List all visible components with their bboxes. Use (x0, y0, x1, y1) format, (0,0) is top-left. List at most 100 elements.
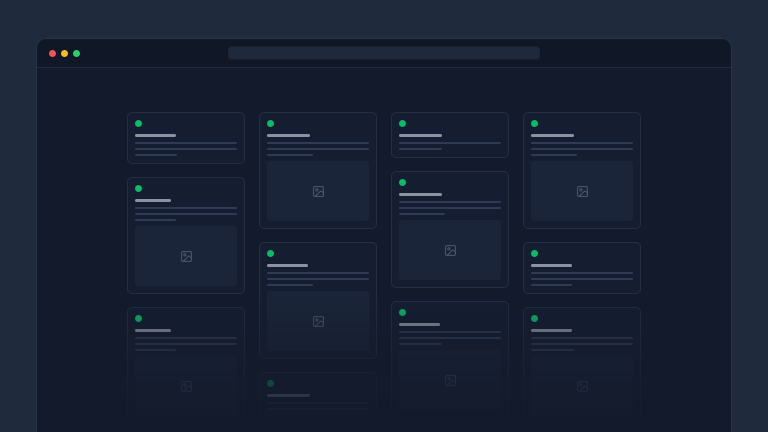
skeleton-lines (267, 402, 369, 410)
image-placeholder (531, 161, 633, 221)
skeleton-line (135, 349, 176, 351)
traffic-light-maximize-button[interactable] (73, 50, 80, 57)
skeleton-card[interactable] (259, 242, 377, 359)
skeleton-lines (399, 201, 501, 215)
skeleton-title (531, 134, 574, 137)
status-dot-icon (531, 120, 538, 127)
skeleton-lines (531, 272, 633, 286)
status-dot-icon (135, 315, 142, 322)
skeleton-line (531, 349, 574, 351)
skeleton-line (135, 343, 237, 345)
skeleton-line (399, 343, 442, 345)
skeleton-line (267, 142, 369, 144)
card-column-1 (127, 112, 245, 424)
skeleton-line (399, 142, 501, 144)
skeleton-line (267, 408, 369, 410)
skeleton-card[interactable] (391, 171, 509, 288)
skeleton-card[interactable] (127, 112, 245, 164)
skeleton-line (267, 402, 369, 404)
skeleton-line (531, 142, 633, 144)
skeleton-line (399, 331, 501, 333)
skeleton-line (531, 343, 633, 345)
image-icon (180, 250, 193, 263)
skeleton-line (399, 337, 501, 339)
skeleton-line (399, 207, 501, 209)
image-icon (180, 380, 193, 393)
image-placeholder (267, 161, 369, 221)
skeleton-card[interactable] (127, 307, 245, 424)
skeleton-lines (531, 142, 633, 156)
traffic-light-close-button[interactable] (49, 50, 56, 57)
skeleton-title (267, 264, 308, 267)
skeleton-card[interactable] (127, 177, 245, 294)
skeleton-lines (267, 272, 369, 286)
traffic-light-minimize-button[interactable] (61, 50, 68, 57)
traffic-lights (49, 50, 80, 57)
skeleton-lines (399, 142, 501, 150)
status-dot-icon (267, 380, 274, 387)
skeleton-title (531, 329, 572, 332)
status-dot-icon (531, 250, 538, 257)
skeleton-card[interactable] (523, 307, 641, 424)
image-icon (312, 315, 325, 328)
skeleton-lines (135, 337, 237, 351)
status-dot-icon (135, 185, 142, 192)
skeleton-line (531, 148, 633, 150)
image-placeholder (135, 356, 237, 416)
content-area (37, 68, 731, 432)
status-dot-icon (267, 120, 274, 127)
skeleton-card[interactable] (523, 112, 641, 229)
skeleton-title (135, 199, 171, 202)
skeleton-lines (399, 331, 501, 345)
skeleton-title (399, 323, 440, 326)
skeleton-line (267, 278, 369, 280)
image-icon (444, 374, 457, 387)
skeleton-line (135, 337, 237, 339)
skeleton-line (267, 148, 369, 150)
skeleton-line (135, 213, 237, 215)
skeleton-title (267, 134, 310, 137)
status-dot-icon (399, 309, 406, 316)
image-placeholder (267, 291, 369, 351)
skeleton-line (531, 337, 633, 339)
skeleton-line (399, 201, 501, 203)
skeleton-line (399, 148, 442, 150)
address-bar[interactable] (228, 47, 540, 60)
skeleton-title (531, 264, 572, 267)
card-column-3 (391, 112, 509, 424)
skeleton-line (135, 148, 237, 150)
image-icon (576, 380, 589, 393)
skeleton-title (399, 134, 442, 137)
status-dot-icon (267, 250, 274, 257)
image-icon (444, 244, 457, 257)
browser-window (36, 38, 732, 432)
skeleton-line (135, 154, 177, 156)
skeleton-title (135, 134, 176, 137)
skeleton-lines (531, 337, 633, 351)
skeleton-card[interactable] (259, 372, 377, 418)
status-dot-icon (399, 179, 406, 186)
card-grid (127, 112, 641, 424)
skeleton-line (531, 284, 572, 286)
image-icon (576, 185, 589, 198)
browser-titlebar (37, 39, 731, 68)
skeleton-line (531, 278, 633, 280)
image-icon (312, 185, 325, 198)
status-dot-icon (135, 120, 142, 127)
skeleton-card[interactable] (259, 112, 377, 229)
skeleton-line (135, 207, 237, 209)
skeleton-line (267, 284, 313, 286)
skeleton-lines (135, 142, 237, 156)
image-placeholder (399, 350, 501, 410)
skeleton-lines (267, 142, 369, 156)
card-column-2 (259, 112, 377, 424)
image-placeholder (135, 226, 237, 286)
skeleton-line (135, 142, 237, 144)
skeleton-line (531, 272, 633, 274)
skeleton-card[interactable] (523, 242, 641, 294)
skeleton-line (267, 154, 313, 156)
skeleton-line (399, 213, 445, 215)
skeleton-line (267, 272, 369, 274)
skeleton-card[interactable] (391, 112, 509, 158)
skeleton-card[interactable] (391, 301, 509, 418)
